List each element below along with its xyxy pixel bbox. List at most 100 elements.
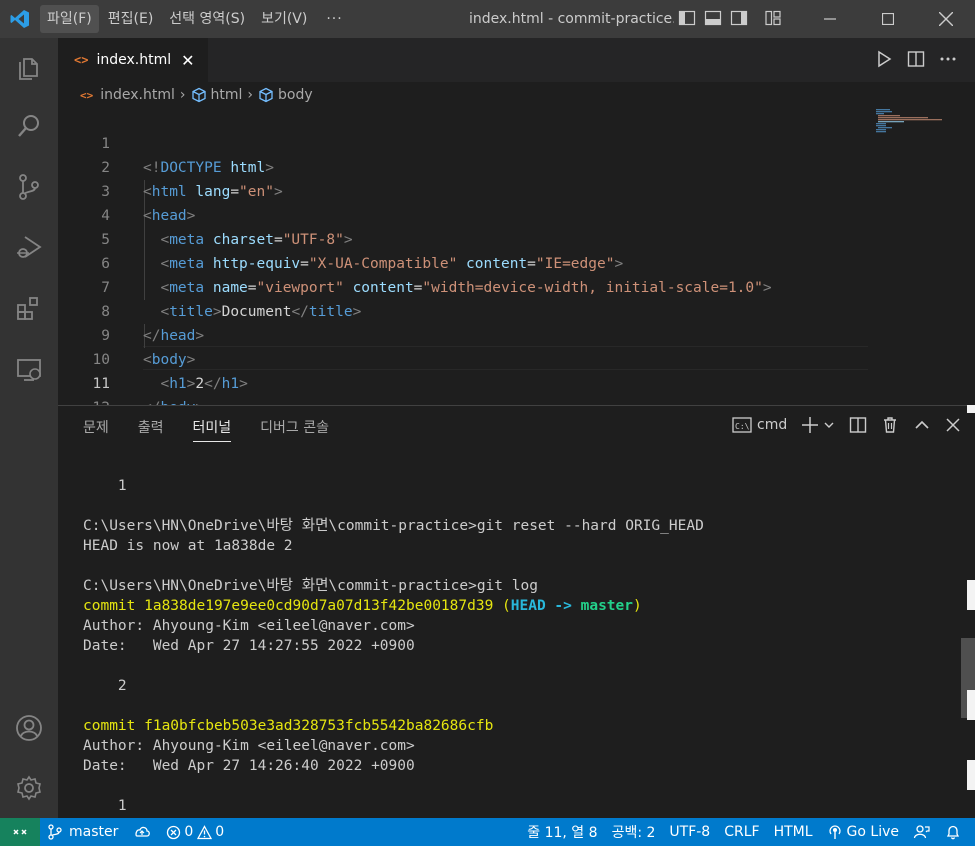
problems-status[interactable]: 0 0 — [159, 818, 231, 846]
terminal-line: C:\Users\HN\OneDrive\바탕 화면\commit-practi… — [83, 518, 704, 534]
account-icon[interactable] — [0, 703, 58, 753]
extensions-icon[interactable] — [0, 283, 58, 333]
menu-view[interactable]: 보기(V) — [254, 5, 314, 33]
background-window-edge — [967, 405, 975, 413]
code-line: 1 <!DOCTYPE html> — [101, 136, 274, 176]
terminal-output[interactable]: 1 C:\Users\HN\OneDrive\바탕 화면\commit-prac… — [83, 476, 704, 816]
toggle-secondary-sidebar-icon[interactable] — [730, 9, 748, 27]
tab-debug-console[interactable]: 디버그 콘솔 — [260, 406, 329, 450]
tab-label: index.html — [96, 52, 172, 68]
menu-more-icon[interactable]: ··· — [316, 11, 352, 27]
terminal-line: 1 — [83, 478, 127, 494]
code-line: 8 </head> — [101, 304, 205, 344]
html-file-icon: <> — [74, 53, 89, 67]
toggle-panel-icon[interactable] — [704, 9, 722, 27]
run-icon[interactable] — [875, 50, 893, 68]
bottom-panel: 문제 출력 터미널 디버그 콘솔 C:\ cmd 1 C:\Users\HN\O… — [58, 405, 975, 818]
new-terminal-icon[interactable] — [801, 416, 835, 434]
encoding[interactable]: UTF-8 — [662, 818, 717, 846]
terminal-cmd-icon: C:\ — [732, 417, 752, 433]
code-line: 7 <title>Document</title> — [101, 280, 362, 320]
remote-indicator-icon[interactable] — [0, 818, 40, 846]
terminal-line: 1 — [83, 798, 127, 814]
code-line: 3 <head> — [101, 184, 196, 224]
maximize-panel-icon[interactable] — [913, 416, 931, 434]
more-actions-icon[interactable] — [939, 50, 957, 68]
git-branch-icon — [48, 824, 62, 840]
breadcrumb-html[interactable]: html — [211, 87, 243, 103]
minimize-button[interactable] — [801, 0, 859, 38]
tab-output[interactable]: 출력 — [138, 406, 164, 450]
explorer-icon[interactable] — [0, 42, 58, 92]
maximize-button[interactable] — [859, 0, 917, 38]
settings-gear-icon[interactable] — [0, 763, 58, 813]
customize-layout-icon[interactable] — [764, 9, 782, 27]
cursor-position[interactable]: 줄 11, 열 8 — [520, 818, 604, 846]
broadcast-icon — [828, 825, 841, 839]
breadcrumb-body[interactable]: body — [278, 87, 313, 103]
go-live-button[interactable]: Go Live — [820, 818, 906, 846]
terminal-line: Author: Ahyoung-Kim <eileel@naver.com> — [83, 738, 415, 754]
run-and-debug-icon[interactable] — [0, 222, 58, 272]
sync-icon[interactable] — [125, 818, 159, 846]
toggle-primary-sidebar-icon[interactable] — [678, 9, 696, 27]
tab-terminal[interactable]: 터미널 — [192, 406, 231, 450]
warning-icon — [197, 824, 213, 839]
search-icon[interactable] — [0, 101, 58, 151]
close-window-button[interactable] — [917, 0, 975, 38]
element-cube-icon — [259, 87, 273, 103]
code-editor[interactable]: 1 <!DOCTYPE html> 2 <html lang="en"> 3 <… — [58, 108, 975, 440]
remote-explorer-icon[interactable] — [0, 344, 58, 394]
split-editor-icon[interactable] — [907, 50, 925, 68]
chevron-down-icon — [824, 422, 834, 428]
code-line: 2 <html lang="en"> — [101, 160, 283, 200]
title-bar: 파일(F) 편집(E) 선택 영역(S) 보기(V) ··· index.htm… — [0, 0, 975, 38]
code-line: 6 <meta name="viewport" content="width=d… — [101, 256, 772, 296]
trash-icon[interactable] — [881, 416, 899, 434]
menu-file[interactable]: 파일(F) — [40, 5, 99, 33]
notifications-bell-icon[interactable] — [938, 818, 975, 846]
code-line: 10 <h1>2</h1> — [92, 352, 248, 392]
terminal-commit-line: commit 1a838de197e9ee0cd90d7a07d13f42be0… — [83, 598, 642, 614]
html-file-icon: <> — [80, 88, 94, 102]
window-title: index.html - commit-practice... — [469, 11, 674, 27]
breadcrumb-file[interactable]: index.html — [100, 87, 175, 103]
error-icon — [167, 825, 181, 839]
menu-bar: 파일(F) 편집(E) 선택 영역(S) 보기(V) ··· — [40, 0, 353, 38]
chevron-right-icon: › — [179, 87, 186, 103]
breadcrumb: <> index.html › html › body — [58, 82, 975, 108]
terminal-selector[interactable]: C:\ cmd — [732, 416, 787, 434]
feedback-icon[interactable] — [906, 818, 938, 846]
code-line: 5 <meta http-equiv="X-UA-Compatible" con… — [101, 232, 624, 272]
tab-problems[interactable]: 문제 — [83, 406, 109, 450]
language-mode[interactable]: HTML — [767, 818, 820, 846]
background-window-edge — [967, 580, 975, 610]
menu-edit[interactable]: 편집(E) — [101, 5, 161, 33]
minimap[interactable] — [872, 108, 952, 138]
status-bar: master 0 0 줄 11, 열 8 공백: 2 UTF-8 CRLF HT… — [0, 818, 975, 846]
terminal-line: Date: Wed Apr 27 14:26:40 2022 +0900 — [83, 758, 415, 774]
end-of-line[interactable]: CRLF — [717, 818, 766, 846]
terminal-line: Date: Wed Apr 27 14:27:55 2022 +0900 — [83, 638, 415, 654]
tab-index-html[interactable]: <> index.html ✕ — [58, 38, 208, 82]
close-tab-icon[interactable]: ✕ — [181, 51, 194, 70]
terminal-line: 2 — [83, 678, 127, 694]
activity-bar — [0, 38, 58, 818]
menu-selection[interactable]: 선택 영역(S) — [162, 5, 252, 33]
svg-text:C:\: C:\ — [735, 422, 750, 431]
split-terminal-icon[interactable] — [849, 416, 867, 434]
close-panel-icon[interactable] — [945, 417, 961, 433]
code-line: 12 </html> — [58, 372, 868, 440]
code-line: 4 <meta charset="UTF-8"> — [101, 208, 353, 248]
branch-status[interactable]: master — [40, 818, 125, 846]
source-control-icon[interactable] — [0, 162, 58, 212]
background-window-edge — [967, 760, 975, 790]
indentation[interactable]: 공백: 2 — [605, 818, 663, 846]
code-line: 9 <body> — [101, 328, 196, 368]
chevron-right-icon: › — [247, 87, 254, 103]
